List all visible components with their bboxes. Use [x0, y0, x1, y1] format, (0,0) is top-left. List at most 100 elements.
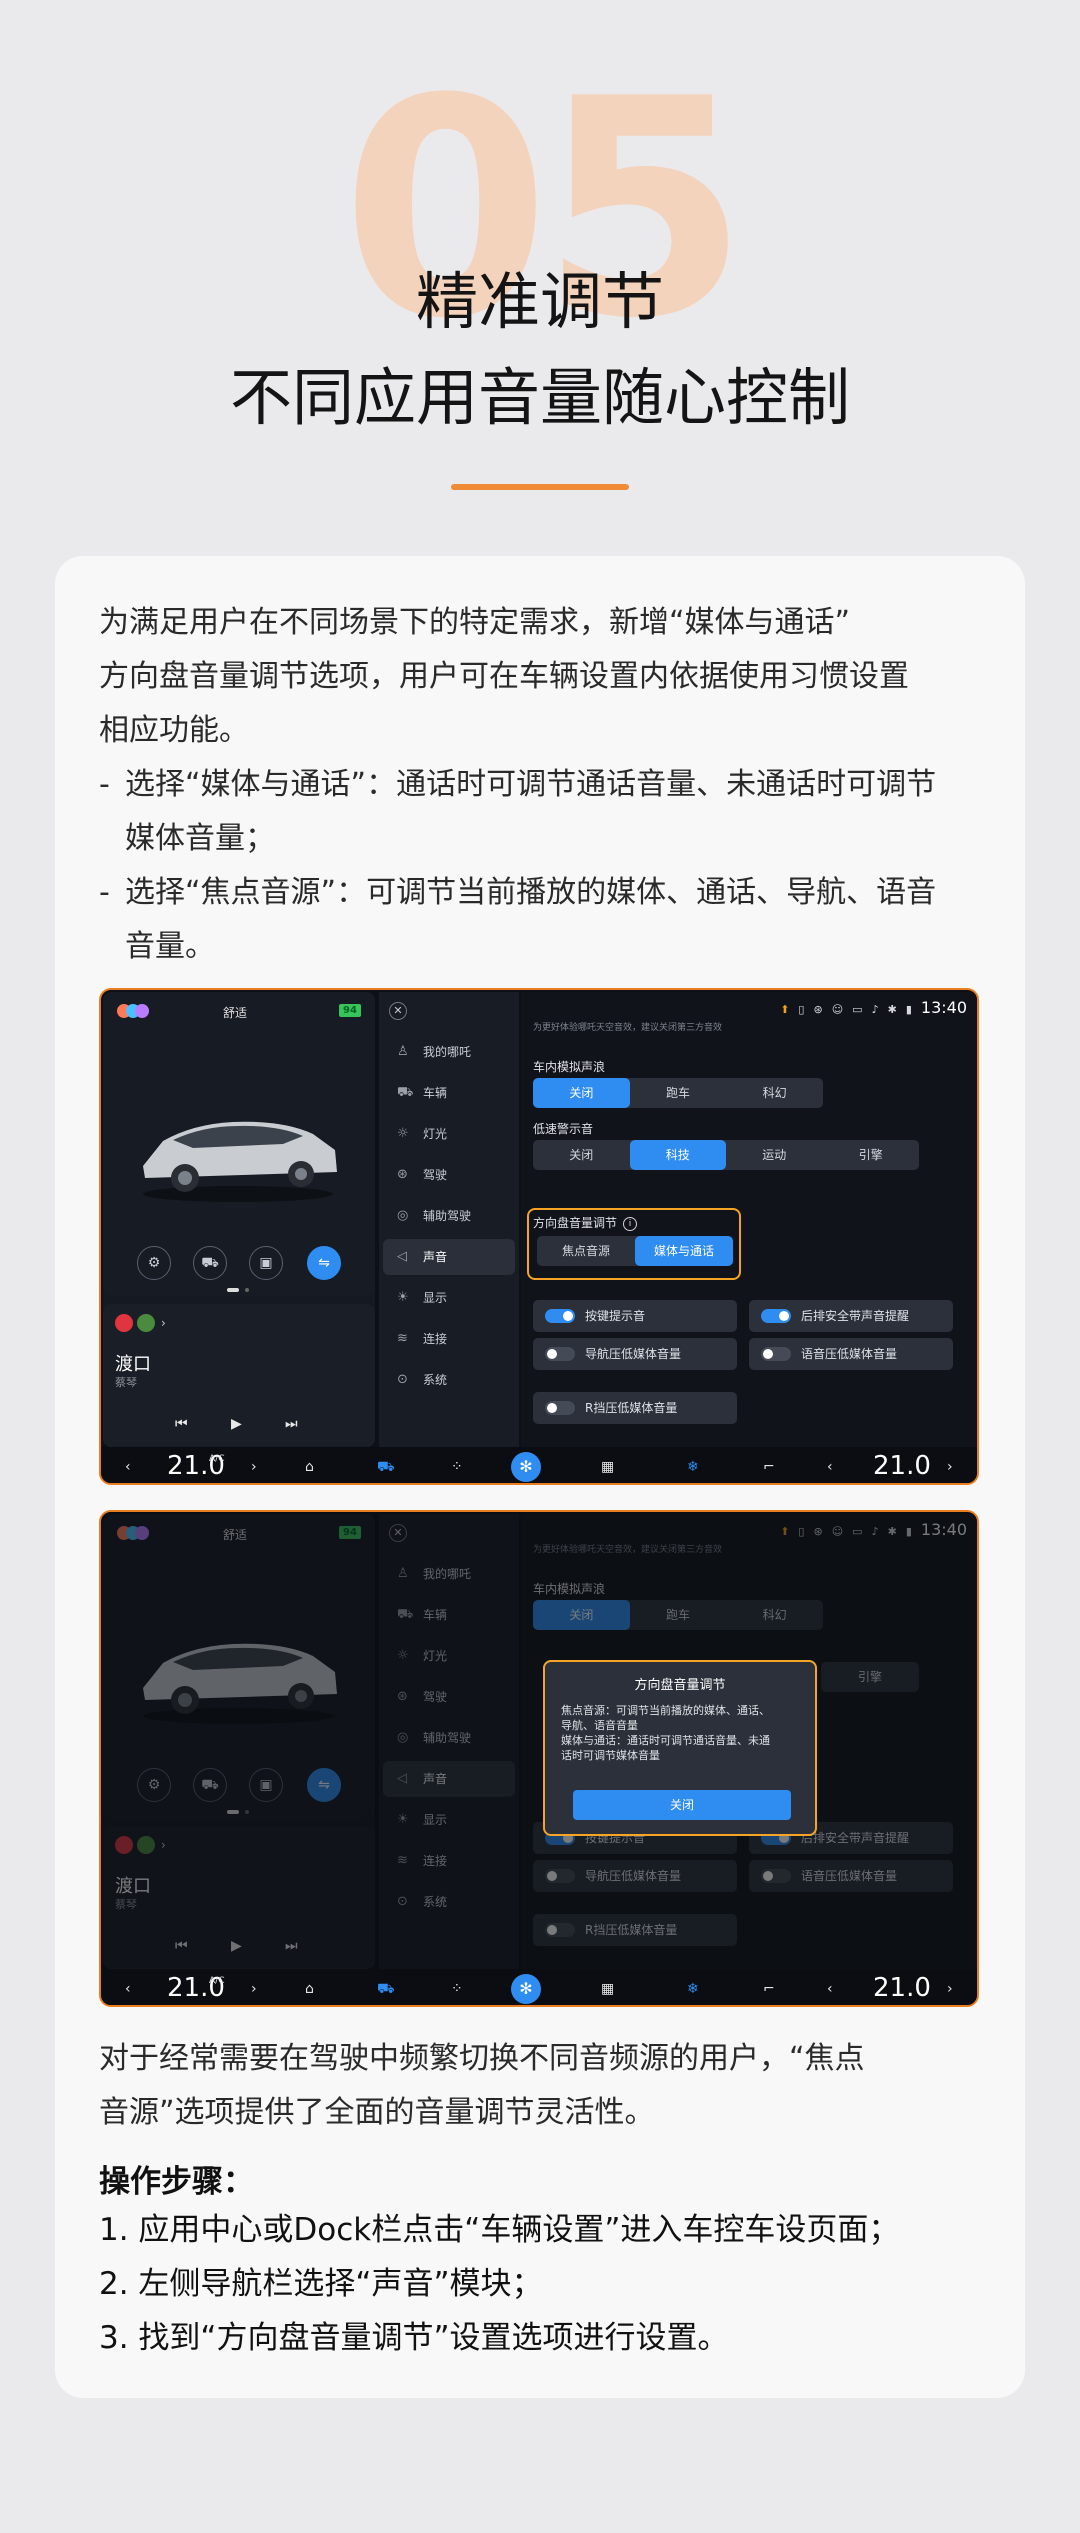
sidebar-item-drive[interactable]: ⊛驾驶: [383, 1157, 515, 1193]
battery-badge: 94: [339, 1004, 361, 1017]
close-icon[interactable]: ✕: [389, 1002, 407, 1020]
switch[interactable]: [761, 1347, 791, 1361]
bullet-text: 选择“焦点音源”：可调节当前播放的媒体、通话、导航、语音: [125, 875, 937, 910]
chevron-right-icon[interactable]: ›: [251, 1447, 257, 1483]
display-icon: ☀: [397, 1290, 409, 1305]
sidebar-item-light[interactable]: ☼灯光: [383, 1116, 515, 1152]
apps-icon[interactable]: ⁘: [451, 1447, 463, 1483]
car-lock-icon[interactable]: ⛟: [193, 1246, 227, 1280]
option-scifi[interactable]: 科幻: [726, 1078, 823, 1108]
brand-logo-icon: [117, 1004, 157, 1018]
chevron-left-icon[interactable]: ‹: [827, 1447, 833, 1483]
switch[interactable]: [545, 1347, 575, 1361]
toggle-rear-belt[interactable]: 后排安全带声音提醒: [749, 1300, 953, 1332]
low-speed-segment: 关闭 科技 运动 引擎: [533, 1140, 919, 1170]
prev-icon[interactable]: ⏮: [175, 1416, 188, 1432]
toggle-voice-duck[interactable]: 语音压低媒体音量: [749, 1338, 953, 1370]
sidebar-item-vehicle[interactable]: ⛟车辆: [383, 1075, 515, 1111]
option-sport[interactable]: 运动: [726, 1140, 823, 1170]
signal-icon: ▮: [905, 1003, 912, 1016]
bell-icon: ♪: [871, 1003, 879, 1016]
snow-icon[interactable]: ❄: [687, 1447, 699, 1483]
dialog-close-button[interactable]: 关闭: [573, 1790, 791, 1820]
seat-icon[interactable]: ⌐: [763, 1969, 775, 2005]
switch[interactable]: [545, 1401, 575, 1415]
defrost-icon[interactable]: ▦: [601, 1447, 614, 1483]
step-item: 2. 左侧导航栏选择“声音”模块；: [99, 2266, 543, 2302]
upload-icon: ⬆: [780, 1003, 790, 1016]
toggle-nav-duck[interactable]: 导航压低媒体音量: [533, 1338, 737, 1370]
sim-wave-label: 车内模拟声浪: [533, 1060, 606, 1074]
dialog-line: 媒体与通话：通话时可调节通话音量、未通: [561, 1734, 770, 1747]
bullet-media-call: - 选择“媒体与通话”：通话时可调节通话音量、未通话时可调节 媒体音量；: [99, 758, 999, 866]
door-icon[interactable]: ▣: [249, 1246, 283, 1280]
option-engine[interactable]: 引擎: [823, 1140, 920, 1170]
snow-icon[interactable]: ❄: [687, 1969, 699, 2005]
dialog-title: 方向盘音量调节: [634, 1678, 726, 1693]
info-icon[interactable]: i: [623, 1217, 638, 1231]
bluetooth-icon: ✱: [887, 1003, 897, 1016]
option-focus-source[interactable]: 焦点音源: [537, 1236, 635, 1266]
next-icon[interactable]: ⏭: [285, 1416, 298, 1432]
option-sports[interactable]: 跑车: [630, 1078, 727, 1108]
sidebar-item-sound[interactable]: ◁声音: [383, 1239, 515, 1275]
switch[interactable]: [761, 1309, 791, 1323]
status-bar: ⬆ ▯ ⊛ ☺ ▭ ♪ ✱ ▮ 13:40: [780, 998, 967, 1017]
toggle-key-tone[interactable]: 按键提示音: [533, 1300, 737, 1332]
title-underline: [451, 484, 629, 490]
sidebar-item-my[interactable]: ♙我的哪吒: [383, 1034, 515, 1070]
home-icon[interactable]: ⌂: [305, 1447, 314, 1483]
defrost-icon[interactable]: ▦: [601, 1969, 614, 2005]
car-icon: ⛟: [397, 1085, 414, 1100]
outro-line: 音源”选项提供了全面的音量调节灵活性。: [99, 2095, 655, 2130]
sound-hint: 为更好体验哪吒天空音效，建议关闭第三方音效: [533, 1023, 723, 1033]
music-app-icon[interactable]: [115, 1314, 133, 1332]
modal-overlay: [101, 1512, 977, 1969]
chevron-left-icon[interactable]: ‹: [125, 1447, 131, 1483]
sidebar-item-display[interactable]: ☀显示: [383, 1280, 515, 1316]
sidebar-item-assist[interactable]: ◎辅助驾驶: [383, 1198, 515, 1234]
window-icon[interactable]: ⇋: [307, 1246, 341, 1280]
steering-icon: ⊛: [397, 1167, 408, 1182]
chevron-left-icon[interactable]: ‹: [827, 1969, 833, 2005]
option-tech[interactable]: 科技: [629, 1140, 726, 1170]
apps-icon[interactable]: ⁘: [451, 1969, 463, 2005]
bullet-text: 音量。: [125, 929, 215, 964]
assist-icon: ◎: [397, 1208, 409, 1223]
content-card: 为满足用户在不同场景下的特定需求，新增“媒体与通话” 方向盘音量调节选项，用户可…: [55, 556, 1025, 2398]
sidebar-item-system[interactable]: ⊙系统: [383, 1362, 515, 1398]
home-icon[interactable]: ⌂: [305, 1969, 314, 2005]
switch[interactable]: [545, 1309, 575, 1323]
chevron-right-icon[interactable]: ›: [161, 1314, 179, 1332]
seat-icon[interactable]: ⌐: [763, 1447, 775, 1483]
temp-right[interactable]: 21.0: [873, 1968, 931, 2005]
ac-label: A/C: [209, 1454, 225, 1464]
chevron-left-icon[interactable]: ‹: [125, 1969, 131, 2005]
drive-mode: 舒适: [223, 1006, 248, 1020]
play-icon[interactable]: ▶: [231, 1416, 242, 1432]
chevron-right-icon[interactable]: ›: [251, 1969, 257, 2005]
chevron-right-icon[interactable]: ›: [947, 1969, 953, 2005]
dock-bar: ‹ 21.0 A/C › ⌂ ⛟ ⁘ ✻ ▦ ❄ ⌐ ‹ 21.0 ›: [101, 1446, 977, 1483]
system-icon: ⊙: [397, 1372, 408, 1387]
chevron-right-icon[interactable]: ›: [947, 1447, 953, 1483]
sidebar-item-connect[interactable]: ≋连接: [383, 1321, 515, 1357]
car-icon[interactable]: ⛟: [377, 1447, 395, 1483]
wifi-icon: ≋: [397, 1331, 408, 1346]
album-icon[interactable]: [137, 1314, 155, 1332]
car-icon[interactable]: ⛟: [377, 1969, 395, 2005]
fan-icon[interactable]: ✻: [511, 1974, 541, 2004]
car-image: [143, 1121, 337, 1202]
option-off[interactable]: 关闭: [533, 1078, 630, 1108]
option-media-call[interactable]: 媒体与通话: [635, 1236, 733, 1266]
car-screen-settings: 舒适 94 ⚙ ⛟ ▣ ⇋ › 渡口 蔡琴 ⏮ ▶ ⏭ ✕ ♙ 我的哪吒 ⛟ 车…: [99, 988, 979, 1485]
fan-icon[interactable]: ✻: [511, 1452, 541, 1482]
track-artist: 蔡琴: [115, 1376, 137, 1389]
toggle-r-gear-duck[interactable]: R挡压低媒体音量: [533, 1392, 737, 1424]
temp-right[interactable]: 21.0: [873, 1446, 931, 1483]
option-off[interactable]: 关闭: [533, 1140, 630, 1170]
light-icon[interactable]: ⚙: [137, 1246, 171, 1280]
ai-icon: ☺: [831, 1003, 844, 1016]
steps-heading: 操作步骤：: [99, 2164, 254, 2200]
intro-line: 相应功能。: [99, 713, 249, 748]
